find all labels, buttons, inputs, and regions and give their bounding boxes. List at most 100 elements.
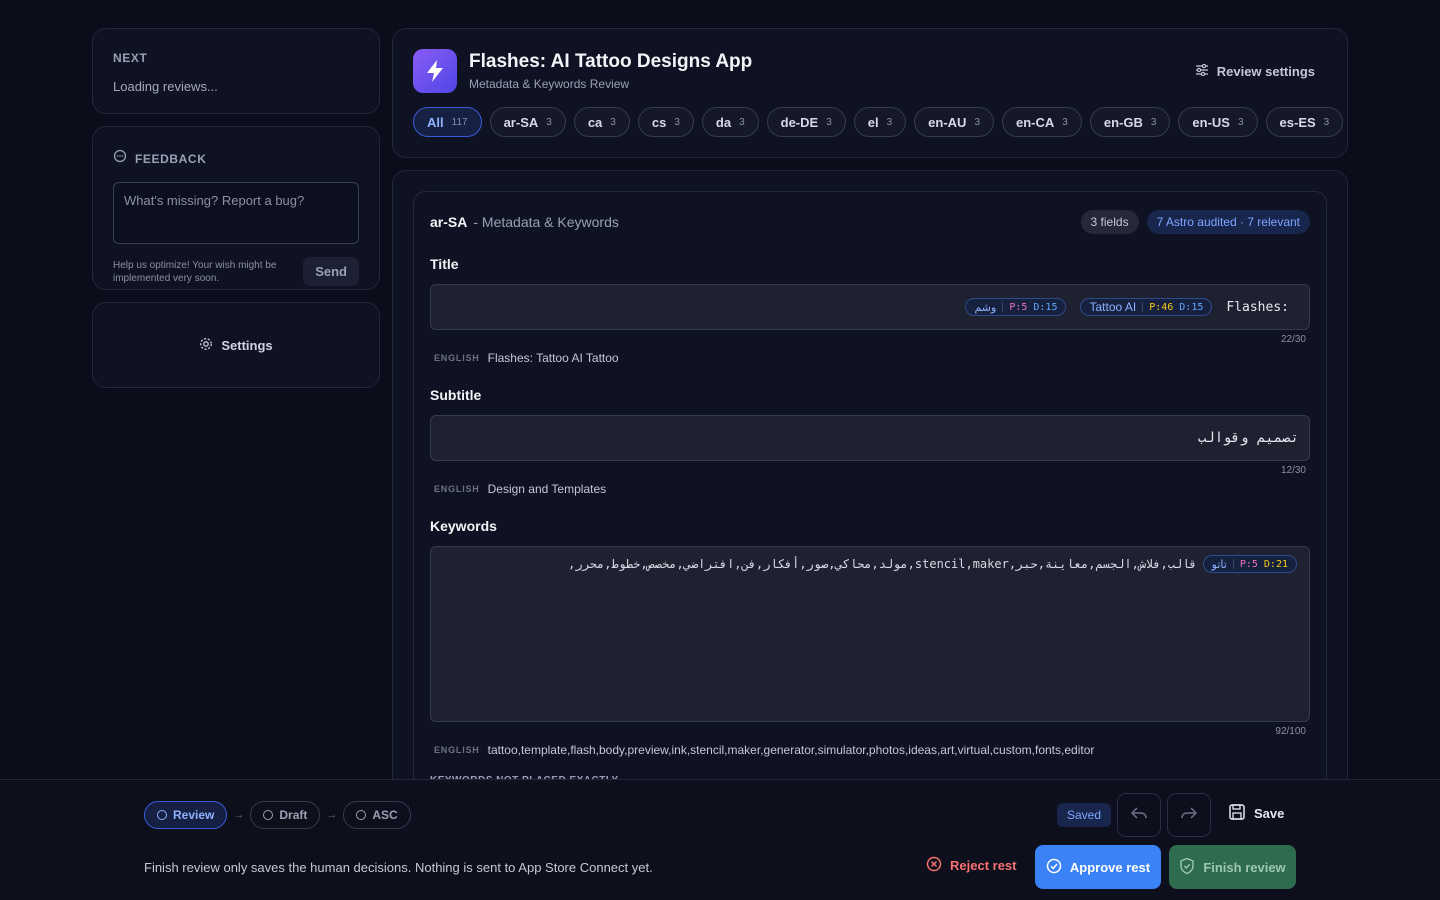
app-header: Flashes: AI Tattoo Designs App Metadata …: [392, 28, 1348, 158]
title-input[interactable]: وشم P:5 D:15 Tattoo AI P:46 D:15 Flashes…: [430, 284, 1310, 330]
sliders-icon: [1195, 63, 1209, 79]
redo-button[interactable]: [1167, 793, 1211, 837]
next-label: NEXT: [113, 51, 148, 65]
chip-difficulty: D:15: [1179, 301, 1204, 313]
tab-count: 3: [610, 116, 616, 128]
subtitle-english: Design and Templates: [487, 482, 607, 496]
tab-label: en-GB: [1103, 114, 1143, 130]
tab-label: cs: [651, 114, 667, 130]
locale-code: ar-SA: [430, 214, 468, 230]
tab-count: 3: [546, 116, 552, 128]
chat-bubble-icon: [113, 149, 127, 168]
title-char-counter: 22/30: [1280, 334, 1306, 345]
finish-label: Finish review: [1203, 859, 1286, 875]
subtitle-text: تصميم وقوالب: [1197, 430, 1299, 446]
approve-label: Approve rest: [1069, 859, 1151, 875]
reject-label: Reject rest: [950, 858, 1017, 873]
tab-en-au[interactable]: en-AU 3: [914, 107, 994, 137]
step-review[interactable]: Review: [144, 801, 228, 829]
chip-word: تاتو: [1211, 558, 1227, 571]
arrow-right-icon: →: [326, 809, 338, 821]
tab-count: 3: [974, 116, 980, 128]
audit-badge: 7 Astro audited · 7 relevant: [1146, 210, 1310, 234]
keywords-input[interactable]: قالب,فلاش,الجسم,معاينة,حبر,stencil,maker…: [430, 546, 1310, 722]
step-label: Review: [173, 808, 215, 822]
title-english: Flashes: Tattoo AI Tattoo: [487, 351, 619, 365]
approve-rest-button[interactable]: Approve rest: [1035, 845, 1161, 889]
step-label: Draft: [279, 808, 308, 822]
tab-count: 3: [739, 116, 745, 128]
subtitle-field-label: Subtitle: [430, 387, 482, 403]
review-settings-label: Review settings: [1216, 63, 1315, 79]
chip-popularity: P:5: [1009, 301, 1028, 313]
save-button[interactable]: Save: [1228, 803, 1284, 824]
footer-note: Finish review only saves the human decis…: [144, 860, 653, 875]
step-draft[interactable]: Draft: [250, 801, 321, 829]
keyword-chip[interactable]: Tattoo AI P:46 D:15: [1080, 298, 1213, 316]
step-label: ASC: [372, 808, 398, 822]
tab-de-de[interactable]: de-DE 3: [766, 107, 846, 137]
tab-count: 3: [1237, 116, 1244, 128]
chip-popularity: P:46: [1149, 301, 1174, 313]
locale-tabs: All 117 ar-SA 3 ca 3 cs 3 da 3 de-DE 3 el 3 en-…: [413, 107, 1344, 137]
undo-icon: [1130, 805, 1148, 826]
finish-review-button[interactable]: Finish review: [1169, 845, 1296, 889]
tab-el[interactable]: el 3: [853, 107, 907, 137]
review-footer: Review → Draft → ASC Saved Save Finish r…: [0, 779, 1440, 900]
tab-cs[interactable]: cs 3: [637, 107, 694, 137]
tab-count: 3: [674, 116, 680, 128]
tab-all[interactable]: All 117: [413, 107, 482, 137]
redo-icon: [1180, 805, 1198, 826]
subtitle-input[interactable]: تصميم وقوالب: [430, 415, 1310, 461]
next-status: Loading reviews...: [113, 79, 218, 94]
tab-label: de-DE: [780, 114, 819, 130]
tab-label: en-AU: [928, 114, 967, 130]
tab-ca[interactable]: ca 3: [573, 107, 630, 137]
tab-count: 3: [826, 116, 832, 128]
tab-en-us[interactable]: en-US 3: [1178, 107, 1258, 137]
tab-en-ca[interactable]: en-CA 3: [1002, 107, 1082, 137]
send-feedback-button[interactable]: Send: [303, 257, 359, 286]
title-text: Flashes:: [1226, 299, 1289, 315]
settings-button[interactable]: Settings: [92, 302, 380, 388]
tab-count: 3: [1062, 116, 1068, 128]
tab-es-es[interactable]: es-ES 3: [1265, 107, 1344, 137]
saved-status-badge: Saved: [1057, 803, 1112, 827]
chip-word: Tattoo AI: [1089, 300, 1137, 314]
title-field-label: Title: [430, 256, 459, 272]
keywords-char-counter: 92/100: [1275, 726, 1306, 737]
step-asc[interactable]: ASC: [343, 801, 411, 829]
settings-label: Settings: [221, 337, 273, 353]
reject-rest-button[interactable]: Reject rest: [926, 856, 1016, 875]
tab-count: 3: [1150, 116, 1157, 128]
workflow-steps: Review → Draft → ASC: [144, 801, 411, 829]
subtitle-char-counter: 12/30: [1280, 465, 1306, 476]
tab-en-gb[interactable]: en-GB 3: [1089, 107, 1171, 137]
keyword-chip[interactable]: وشم P:5 D:15: [965, 298, 1067, 316]
undo-button[interactable]: [1117, 793, 1161, 837]
tab-count: 3: [886, 116, 893, 128]
tab-ar-sa[interactable]: ar-SA 3: [489, 107, 566, 137]
english-tag: ENGLISH: [434, 353, 480, 363]
keywords-english: tattoo,template,flash,body,preview,ink,s…: [487, 743, 1095, 757]
review-settings-button[interactable]: Review settings: [1195, 63, 1315, 79]
section-heading: - Metadata & Keywords: [473, 214, 619, 230]
keyword-chip[interactable]: تاتو P:5 D:21: [1202, 555, 1297, 573]
keywords-field-label: Keywords: [430, 518, 497, 534]
tab-label: en-CA: [1016, 114, 1055, 130]
floppy-disk-icon: [1228, 803, 1246, 824]
tab-label: da: [715, 114, 732, 130]
feedback-label: FEEDBACK: [135, 151, 207, 166]
gear-icon: [199, 337, 213, 354]
tab-label: el: [867, 114, 879, 130]
chip-difficulty: D:15: [1033, 301, 1058, 313]
keywords-text: قالب,فلاش,الجسم,معاينة,حبر,stencil,maker…: [568, 557, 1197, 571]
english-tag: ENGLISH: [434, 745, 480, 755]
tab-count: 117: [451, 116, 468, 128]
tab-label: All: [427, 114, 444, 130]
tab-label: en-US: [1192, 114, 1230, 130]
x-circle-icon: [926, 856, 942, 875]
feedback-input[interactable]: [113, 182, 359, 244]
fields-count-badge: 3 fields: [1080, 210, 1139, 234]
tab-da[interactable]: da 3: [701, 107, 759, 137]
